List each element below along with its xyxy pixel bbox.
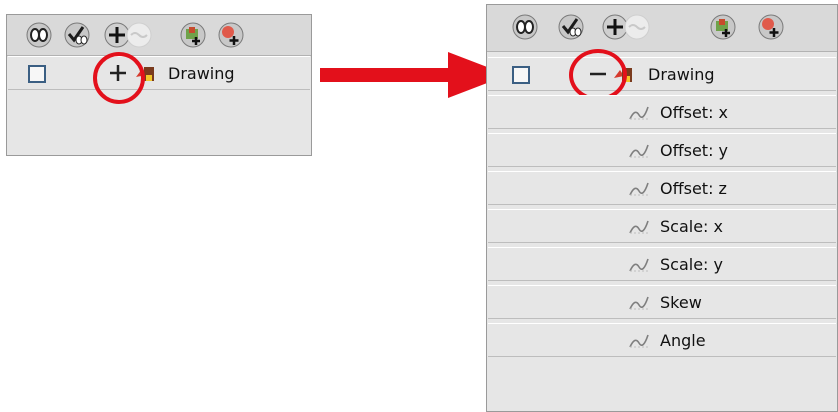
function-label: Skew <box>660 293 702 312</box>
layer-enable-checkbox[interactable] <box>28 65 46 83</box>
add-color-icon[interactable] <box>757 13 785 41</box>
add-color-icon[interactable] <box>217 21 245 49</box>
disabled-function-icon <box>624 14 650 40</box>
function-row-skew[interactable]: Skew <box>488 285 836 319</box>
function-row-offset-z[interactable]: Offset: z <box>488 171 836 205</box>
function-curve-icon <box>629 220 649 234</box>
function-curve-icon <box>629 296 649 310</box>
function-row-offset-y[interactable]: Offset: y <box>488 133 836 167</box>
highlight-circle <box>93 52 145 104</box>
add-layer-icon[interactable] <box>179 21 207 49</box>
drawing-layer-row[interactable]: Drawing <box>488 57 836 91</box>
right-timeline-panel: Drawing Offset: x Offset: y Offset: z Sc… <box>486 4 838 412</box>
function-row-scale-y[interactable]: Scale: y <box>488 247 836 281</box>
function-label: Angle <box>660 331 706 350</box>
red-arrow <box>320 52 508 98</box>
function-curve-icon <box>629 182 649 196</box>
function-row-offset-x[interactable]: Offset: x <box>488 95 836 129</box>
show-all-icon[interactable] <box>25 21 53 49</box>
function-curve-icon <box>629 334 649 348</box>
function-row-scale-x[interactable]: Scale: x <box>488 209 836 243</box>
function-label: Offset: x <box>660 103 729 122</box>
left-toolbar <box>7 15 311 56</box>
left-timeline-panel: Drawing <box>6 14 312 156</box>
show-all-icon[interactable] <box>511 13 539 41</box>
function-label: Scale: x <box>660 217 723 236</box>
function-label: Offset: y <box>660 141 729 160</box>
function-row-angle[interactable]: Angle <box>488 323 836 357</box>
enable-all-icon[interactable] <box>557 13 585 41</box>
function-label: Scale: y <box>660 255 723 274</box>
function-curve-icon <box>629 144 649 158</box>
drawing-layer-row[interactable]: Drawing <box>8 56 310 90</box>
function-curve-icon <box>629 106 649 120</box>
add-layer-icon[interactable] <box>709 13 737 41</box>
function-label: Offset: z <box>660 179 727 198</box>
function-curve-icon <box>629 258 649 272</box>
layer-enable-checkbox[interactable] <box>512 66 530 84</box>
layer-label: Drawing <box>168 64 235 83</box>
layer-label: Drawing <box>648 65 715 84</box>
enable-all-icon[interactable] <box>63 21 91 49</box>
right-toolbar <box>487 5 837 52</box>
highlight-circle <box>569 49 627 101</box>
disabled-function-icon <box>126 22 152 48</box>
